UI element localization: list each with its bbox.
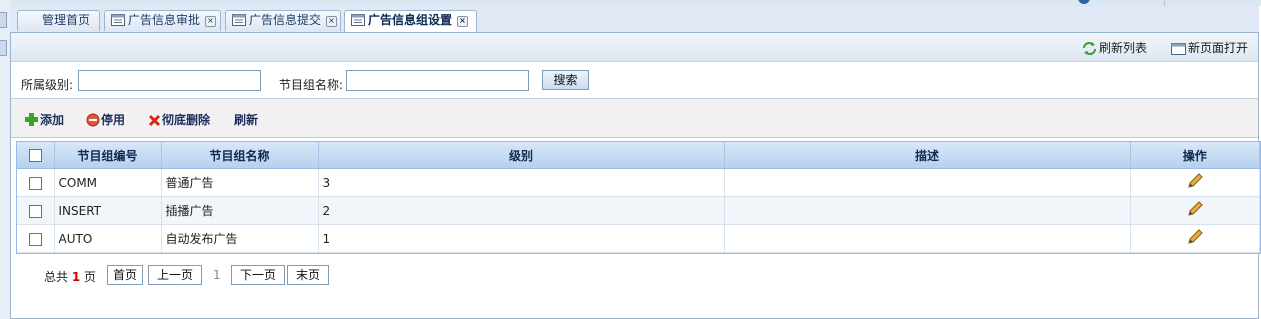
action-toolbar: 添加 停用 彻底删除 刷新	[11, 99, 1258, 138]
select-all-cell[interactable]	[17, 142, 55, 169]
select-all-checkbox[interactable]	[28, 149, 42, 162]
edit-pencil-icon[interactable]	[1187, 229, 1203, 245]
tab-ad-submit[interactable]: 广告信息提交 ×	[225, 10, 341, 31]
column-header[interactable]: 节目组编号	[54, 142, 162, 169]
level-input[interactable]	[78, 70, 261, 91]
group-name-input[interactable]	[346, 70, 529, 91]
tab-ad-approval[interactable]: 广告信息审批 ×	[104, 10, 221, 31]
row-checkbox[interactable]	[28, 176, 42, 190]
page-icon	[351, 13, 365, 26]
tab-ad-group-settings[interactable]: 广告信息组设置 ×	[344, 10, 477, 32]
open-new-page-label: 新页面打开	[1188, 41, 1249, 55]
status-dot-icon	[1078, 0, 1090, 4]
open-new-page-button[interactable]: 新页面打开	[1171, 39, 1248, 56]
group-table: 节目组编号 节目组名称 级别 描述 操作 COMM 普通广告 3 INSERT …	[17, 142, 1260, 253]
tab-label: 广告信息审批	[128, 13, 201, 27]
column-header[interactable]: 节目组名称	[161, 142, 319, 169]
cell-desc	[724, 196, 1131, 225]
cell-actions	[1130, 224, 1260, 253]
cell-code: COMM	[54, 168, 162, 197]
cell-name: 普通广告	[161, 168, 319, 197]
tab-home[interactable]: 管理首页	[17, 10, 100, 31]
row-select-cell[interactable]	[17, 224, 55, 253]
close-icon[interactable]: ×	[457, 16, 469, 27]
next-page-button[interactable]: 下一页	[231, 265, 285, 285]
current-page: 1	[213, 268, 221, 282]
group-name-label: 节目组名称:	[279, 78, 344, 92]
cell-code: AUTO	[54, 224, 162, 253]
edit-pencil-icon[interactable]	[1187, 201, 1203, 217]
cell-actions	[1130, 196, 1260, 225]
main-panel: 刷新列表 新页面打开 所属级别: 节目组名称: 搜索 添加 停用 彻底删除 刷新	[10, 33, 1261, 319]
cell-level: 1	[318, 224, 725, 253]
search-row: 所属级别: 节目组名称: 搜索	[11, 62, 1258, 99]
tab-label: 广告信息提交	[249, 13, 322, 27]
refresh-label: 刷新	[234, 113, 259, 127]
total-pages-count: 1	[71, 270, 81, 284]
add-label: 添加	[40, 113, 65, 127]
tab-label: 管理首页	[42, 13, 91, 27]
refresh-button[interactable]: 刷新	[234, 111, 258, 128]
column-header[interactable]: 描述	[724, 142, 1131, 169]
delete-x-icon	[148, 114, 161, 127]
window-icon	[1171, 43, 1186, 55]
disable-label: 停用	[101, 113, 126, 127]
cell-name: 插播广告	[161, 196, 319, 225]
close-icon[interactable]: ×	[205, 16, 217, 27]
data-grid: 节目组编号 节目组名称 级别 描述 操作 COMM 普通广告 3 INSERT …	[16, 141, 1261, 254]
tab-bar: 管理首页 广告信息审批 × 广告信息提交 × 广告信息组设置 ×	[10, 6, 1259, 33]
collapse-handle[interactable]	[0, 12, 7, 28]
prev-page-button[interactable]: 上一页	[148, 265, 202, 285]
row-checkbox[interactable]	[28, 232, 42, 246]
cell-desc	[724, 224, 1131, 253]
disable-button[interactable]: 停用	[86, 111, 125, 128]
page-icon	[111, 13, 125, 26]
delete-label: 彻底删除	[162, 113, 211, 127]
delete-button[interactable]: 彻底删除	[148, 111, 210, 128]
refresh-list-label: 刷新列表	[1099, 41, 1148, 55]
edit-pencil-icon[interactable]	[1187, 173, 1203, 189]
add-button[interactable]: 添加	[24, 111, 64, 128]
first-page-button[interactable]: 首页	[107, 265, 143, 285]
cell-actions	[1130, 168, 1260, 197]
table-row[interactable]: AUTO 自动发布广告 1	[17, 224, 1260, 253]
stop-icon	[86, 113, 100, 127]
table-row[interactable]: COMM 普通广告 3	[17, 168, 1260, 197]
total-pages-text: 总共 1 页	[44, 268, 96, 285]
cell-name: 自动发布广告	[161, 224, 319, 253]
level-label: 所属级别:	[21, 78, 74, 92]
column-header[interactable]: 级别	[318, 142, 725, 169]
top-toolbar: 刷新列表 新页面打开	[11, 33, 1258, 62]
column-header: 操作	[1130, 142, 1260, 169]
last-page-button[interactable]: 末页	[287, 265, 329, 285]
table-row[interactable]: INSERT 插播广告 2	[17, 196, 1260, 225]
collapse-handle-2[interactable]	[0, 40, 7, 56]
total-prefix: 总共	[44, 270, 69, 284]
cell-desc	[724, 168, 1131, 197]
refresh-list-button[interactable]: 刷新列表	[1082, 39, 1147, 56]
cell-level: 3	[318, 168, 725, 197]
refresh-icon	[1083, 42, 1096, 55]
row-checkbox[interactable]	[28, 204, 42, 218]
cell-code: INSERT	[54, 196, 162, 225]
row-select-cell[interactable]	[17, 196, 55, 225]
plus-icon	[25, 113, 38, 126]
row-select-cell[interactable]	[17, 168, 55, 197]
total-suffix: 页	[84, 270, 97, 284]
cell-level: 2	[318, 196, 725, 225]
close-icon[interactable]: ×	[326, 16, 338, 27]
table-header-row: 节目组编号 节目组名称 级别 描述 操作	[17, 142, 1260, 169]
search-button[interactable]: 搜索	[542, 70, 589, 90]
tab-label: 广告信息组设置	[368, 13, 453, 27]
page-icon	[232, 13, 246, 26]
